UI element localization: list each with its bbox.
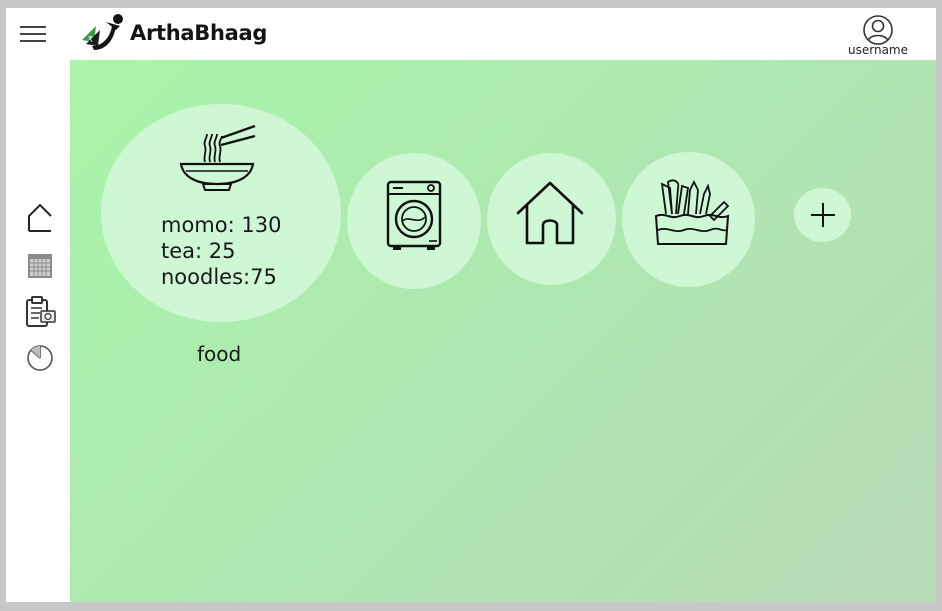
expense-line: noodles:75 bbox=[161, 265, 277, 289]
stationery-icon bbox=[654, 179, 730, 245]
clipboard-money-icon bbox=[26, 296, 56, 327]
expense-line: tea: 25 bbox=[161, 239, 236, 263]
user-profile[interactable]: username bbox=[842, 14, 914, 57]
food-expense-list: momo: 130 tea: 25 noodles:75 bbox=[161, 212, 281, 290]
noodle-bowl-icon bbox=[179, 124, 256, 191]
hamburger-menu-icon[interactable] bbox=[20, 26, 46, 44]
main-content: momo: 130 tea: 25 noodles:75 food bbox=[70, 60, 936, 602]
plus-icon bbox=[811, 203, 835, 227]
app-name: ArthaBhaag bbox=[130, 21, 268, 45]
app-logo[interactable]: ₹ ArthaBhaag bbox=[80, 12, 267, 54]
category-card-house[interactable] bbox=[487, 153, 616, 285]
calendar-icon bbox=[28, 254, 52, 278]
expense-line: momo: 130 bbox=[161, 213, 282, 237]
user-avatar-icon bbox=[863, 15, 893, 45]
home-icon bbox=[28, 203, 52, 232]
top-bar: ₹ ArthaBhaag username bbox=[6, 8, 936, 58]
category-card-food[interactable]: momo: 130 tea: 25 noodles:75 bbox=[101, 104, 341, 322]
add-category-button[interactable] bbox=[794, 188, 851, 242]
house-icon bbox=[516, 181, 584, 245]
username-label: username bbox=[848, 43, 908, 57]
logo-mark-icon: ₹ bbox=[82, 14, 123, 50]
sidebar-item-bills[interactable] bbox=[24, 294, 56, 328]
svg-text:₹: ₹ bbox=[88, 35, 93, 44]
app-window: ₹ ArthaBhaag username momo: 130 tea: 25 … bbox=[6, 8, 936, 602]
category-card-stationery[interactable] bbox=[622, 152, 755, 287]
pie-chart-icon bbox=[27, 345, 53, 371]
sidebar-item-home[interactable] bbox=[24, 201, 56, 235]
category-card-laundry[interactable] bbox=[347, 153, 481, 289]
sidebar bbox=[6, 58, 70, 602]
sidebar-item-calendar[interactable] bbox=[24, 248, 56, 282]
category-label-food: food bbox=[197, 342, 242, 366]
sidebar-item-analytics[interactable] bbox=[24, 340, 56, 374]
washing-machine-icon bbox=[386, 180, 442, 250]
